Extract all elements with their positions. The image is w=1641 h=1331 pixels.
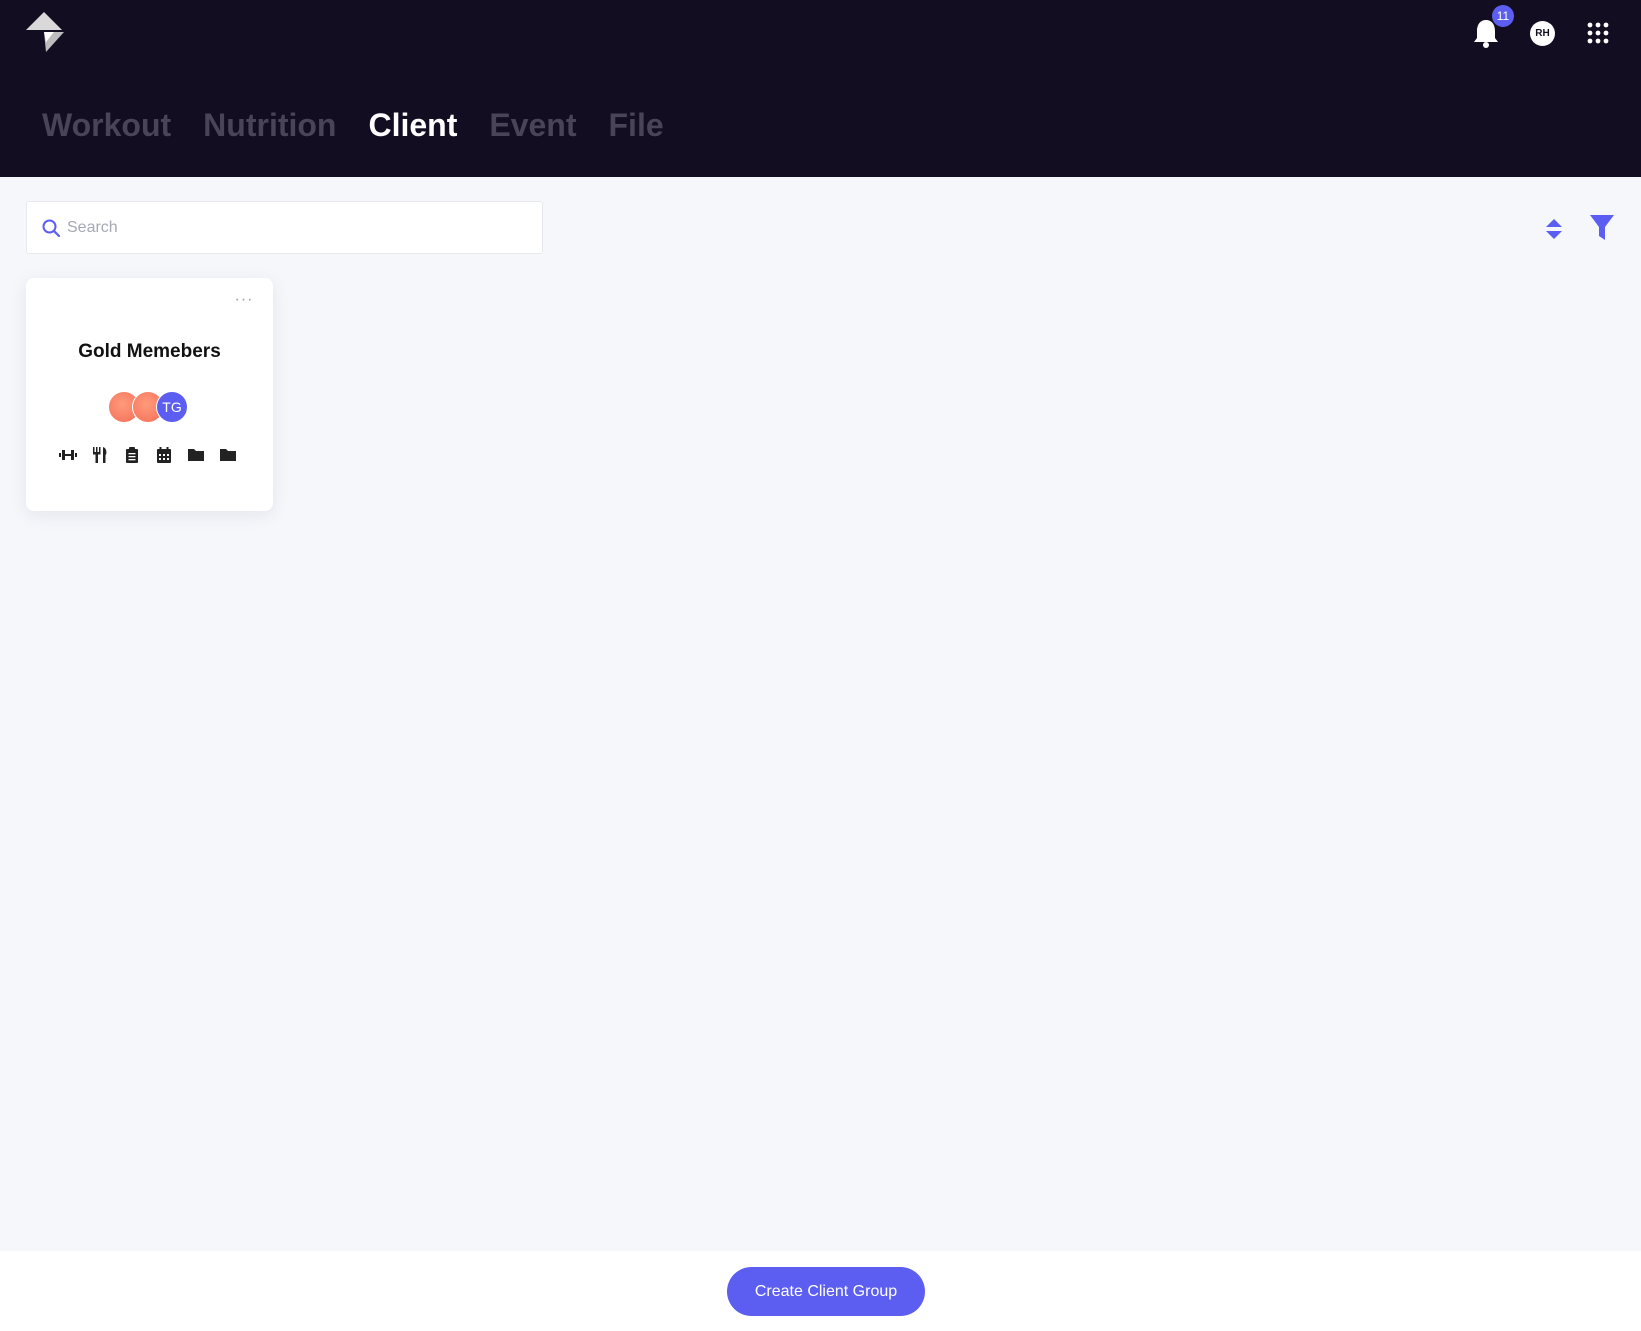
utensils-icon [91, 446, 109, 464]
search-input[interactable] [67, 202, 527, 253]
grid-icon[interactable] [1587, 22, 1609, 44]
group-feature-icons [59, 446, 237, 464]
filter-icon[interactable] [1589, 214, 1615, 241]
search-icon [42, 219, 60, 237]
client-group-card[interactable]: ··· Gold Memebers TG [26, 278, 273, 511]
tab-client[interactable]: Client [368, 103, 457, 147]
app-logo-icon[interactable] [26, 12, 68, 54]
member-avatars: TG [108, 391, 198, 423]
tab-file[interactable]: File [609, 103, 664, 147]
sort-icon[interactable] [1545, 217, 1563, 241]
search-box [26, 201, 543, 254]
tab-event[interactable]: Event [489, 103, 576, 147]
avatar: TG [156, 391, 188, 423]
group-title: Gold Memebers [78, 341, 221, 362]
clipboard-icon [123, 446, 141, 464]
tab-workout[interactable]: Workout [42, 103, 171, 147]
footer-bar: Create Client Group [0, 1251, 1641, 1331]
calendar-icon [155, 446, 173, 464]
more-options-button[interactable]: ··· [232, 292, 256, 308]
main-tabs: Workout Nutrition Client Event File [42, 103, 664, 147]
create-client-group-button[interactable]: Create Client Group [727, 1267, 925, 1316]
top-header: 11 RH Workout Nutrition Client Event Fil… [0, 0, 1641, 177]
folder-icon [219, 446, 237, 464]
tab-nutrition[interactable]: Nutrition [203, 103, 336, 147]
user-avatar[interactable]: RH [1530, 21, 1555, 46]
folder-icon [187, 446, 205, 464]
dumbbell-icon [59, 446, 77, 464]
notification-count-badge: 11 [1492, 5, 1514, 27]
